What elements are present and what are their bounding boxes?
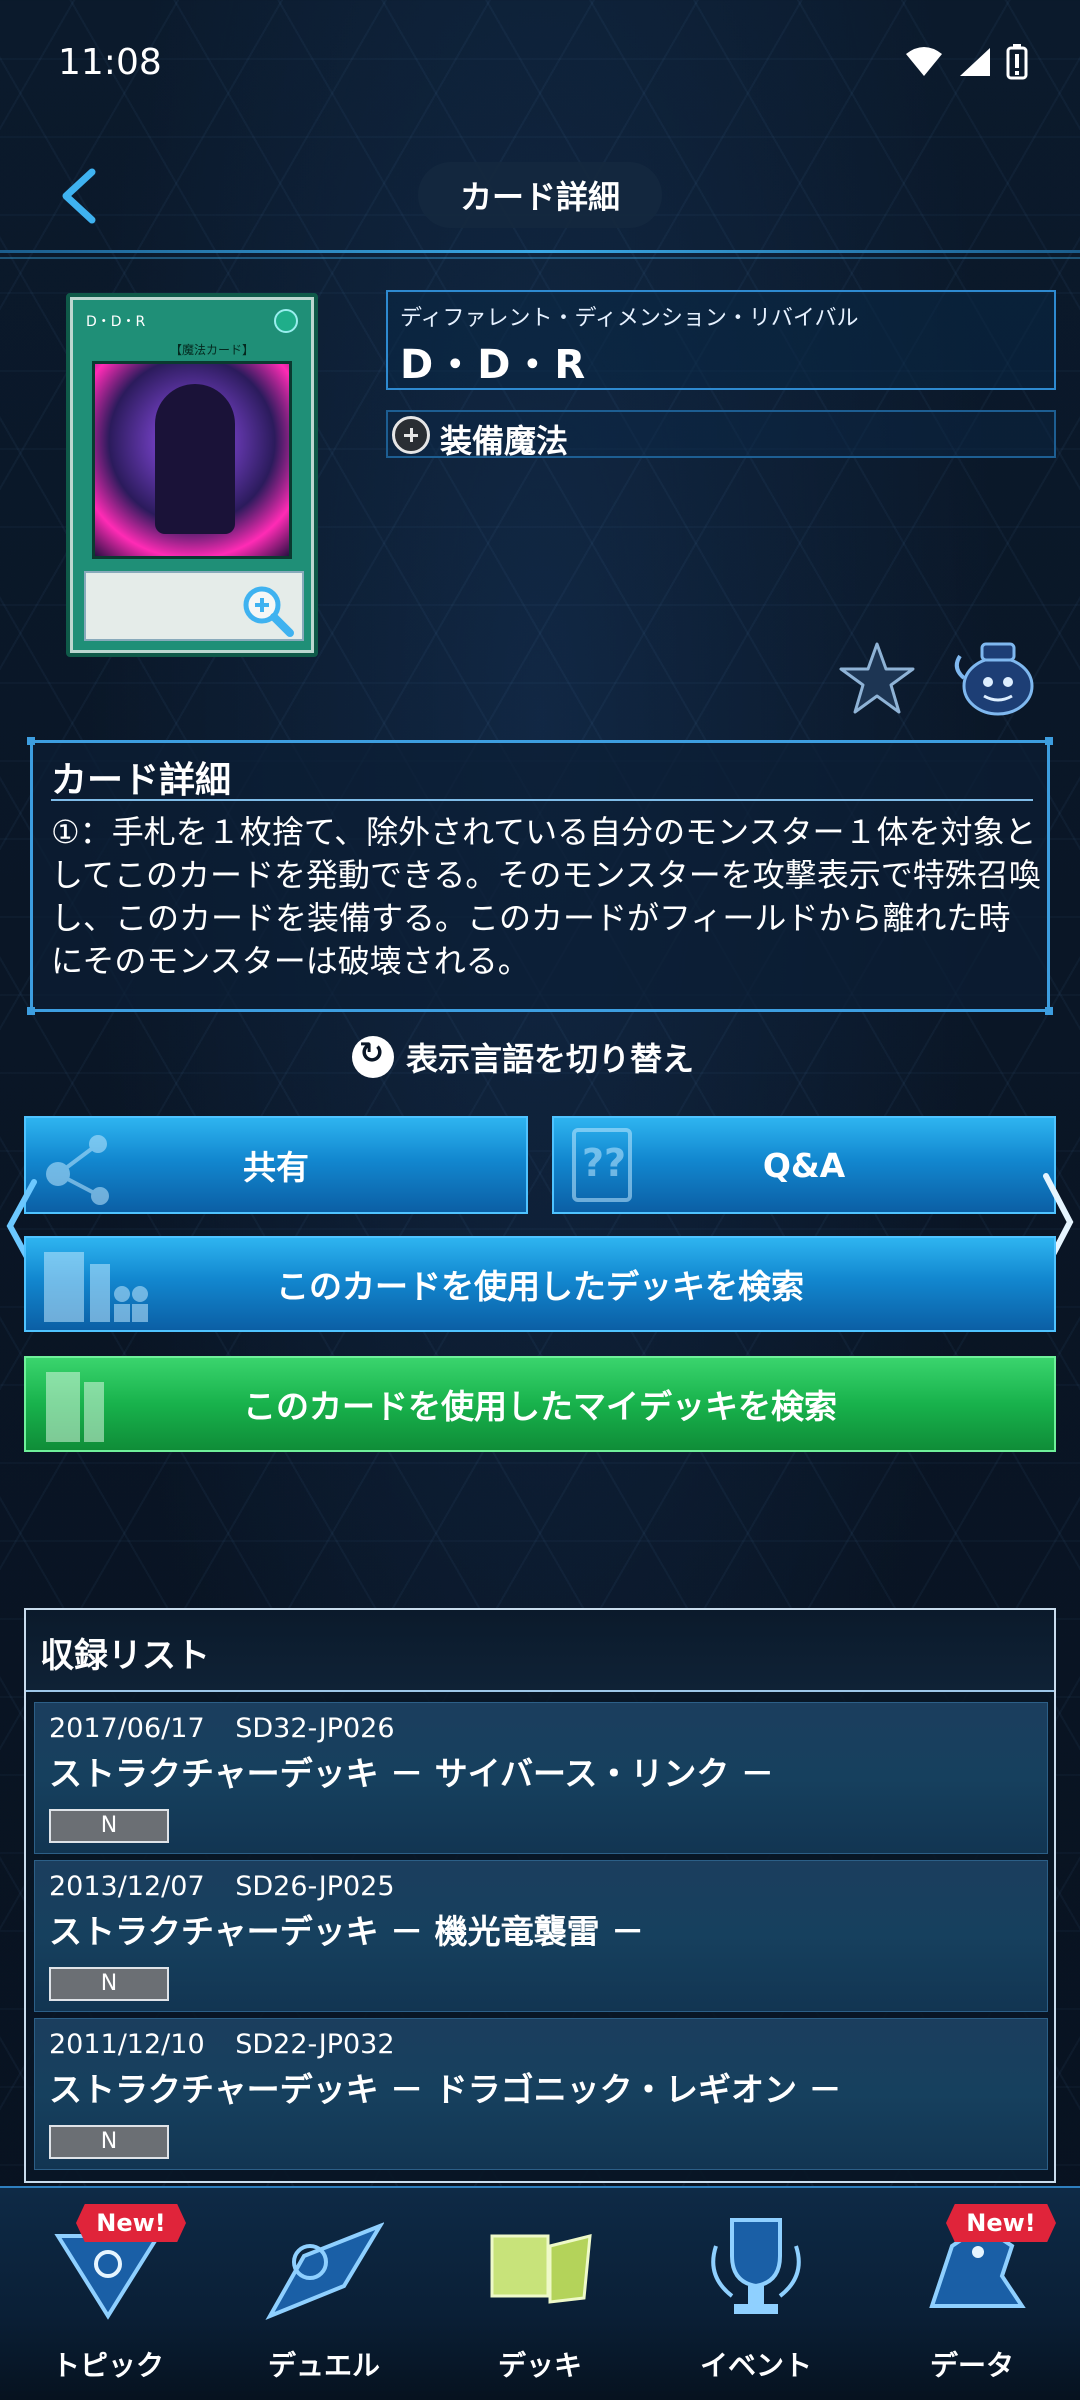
card-image[interactable]: D・D・R 【魔法カード】 — [66, 293, 318, 657]
card-type-label: 装備魔法 — [440, 422, 569, 460]
nav-item-label: デュエル — [267, 2349, 380, 2382]
list-item-code: SD32-JP026 — [235, 1713, 395, 1744]
favorite-star-icon[interactable] — [838, 640, 916, 716]
rarity-badge: N — [49, 1809, 169, 1843]
back-arrow-icon[interactable] — [52, 166, 108, 226]
list-header: 収録リスト — [26, 1610, 1054, 1692]
status-bar: 11:08 — [0, 0, 1080, 130]
nav-item-data[interactable]: New! データ — [864, 2188, 1080, 2400]
share-button[interactable]: 共有 — [24, 1116, 528, 1214]
list-item-date: 2011/12/10 — [49, 2029, 205, 2060]
signal-icon — [960, 48, 990, 76]
card-type-box: 装備魔法 — [386, 410, 1056, 460]
share-icon — [46, 1135, 109, 1205]
deck-box-icon — [46, 1372, 104, 1442]
header-divider — [0, 250, 1080, 253]
nav-item-label: データ — [929, 2349, 1014, 2382]
list-item-meta: 2017/06/17 SD32-JP026 — [49, 1713, 395, 1744]
list-item-date: 2013/12/07 — [49, 1871, 205, 1902]
deck-search-button[interactable]: このカードを使用したデッキを検索 — [24, 1236, 1056, 1332]
new-badge: New! — [946, 2204, 1056, 2242]
card-image-name: D・D・R — [86, 314, 146, 330]
zoom-icon[interactable] — [238, 581, 296, 639]
panel-corner — [1045, 1007, 1053, 1015]
list-item-meta: 2013/12/07 SD26-JP025 — [49, 1871, 395, 1902]
share-button-label: 共有 — [243, 1148, 309, 1187]
nav-item-event[interactable]: イベント — [648, 2188, 864, 2400]
panel-corner — [27, 737, 35, 745]
equip-spell-icon — [392, 416, 430, 454]
nav-item-label: トピック — [51, 2349, 164, 2382]
card-artwork — [92, 361, 292, 559]
card-art-figure — [155, 384, 235, 534]
switch-language-icon — [352, 1036, 394, 1078]
mydeck-search-button[interactable]: このカードを使用したマイデッキを検索 — [24, 1356, 1056, 1452]
card-name-box: ディファレント・ディメンション・リバイバル D・D・R — [386, 290, 1056, 390]
nav-item-label: デッキ — [497, 2349, 582, 2382]
nav-item-topics[interactable]: New! トピック — [0, 2188, 216, 2400]
list-item[interactable]: 2017/06/17 SD32-JP026 ストラクチャーデッキ － サイバース… — [34, 1702, 1048, 1854]
panel-corner — [27, 1007, 35, 1015]
deck-search-label: このカードを使用したデッキを検索 — [276, 1267, 804, 1306]
qa-button-label: Q&A — [762, 1145, 846, 1185]
included-list: 収録リスト 2017/06/17 SD32-JP026 ストラクチャーデッキ －… — [24, 1608, 1056, 2183]
app-header: カード詳細 — [0, 130, 1080, 262]
mydeck-search-label: このカードを使用したマイデッキを検索 — [243, 1387, 837, 1426]
list-item-date: 2017/06/17 — [49, 1713, 205, 1744]
card-image-type: 【魔法カード】 — [170, 343, 255, 357]
language-toggle[interactable]: 表示言語を切り替え — [352, 1032, 694, 1082]
list-item-title: ストラクチャーデッキ － 機光竜襲雷 － — [49, 1912, 645, 1951]
svg-text:??: ?? — [582, 1141, 626, 1185]
wifi-icon — [906, 47, 942, 76]
pot-of-greed-icon[interactable] — [950, 638, 1040, 718]
card-description-panel: カード詳細 ①：手札を１枚捨て、除外されている自分のモンスター１体を対象としてこ… — [27, 737, 1053, 1015]
qa-icon: ?? — [572, 1128, 632, 1202]
list-item-title: ストラクチャーデッキ － ドラゴニック・レギオン － — [49, 2070, 842, 2109]
description-title: カード詳細 — [51, 760, 232, 801]
panel-corner — [1045, 737, 1053, 745]
duel-disk-icon — [265, 2222, 384, 2321]
qa-button[interactable]: ?? Q&A — [552, 1116, 1056, 1214]
list-item-title: ストラクチャーデッキ － サイバース・リンク － — [49, 1754, 774, 1793]
language-toggle-label: 表示言語を切り替え — [406, 1040, 695, 1078]
new-badge: New! — [76, 2204, 186, 2242]
description-divider — [51, 799, 1033, 801]
status-icons — [904, 44, 1028, 80]
battery-icon — [1006, 44, 1028, 80]
nav-item-label: イベント — [699, 2349, 812, 2382]
list-item-code: SD26-JP025 — [235, 1871, 395, 1902]
card-attribute-icon — [274, 309, 298, 333]
list-item-meta: 2011/12/10 SD22-JP032 — [49, 2029, 395, 2060]
trophy-icon — [711, 2218, 801, 2314]
card-name: D・D・R — [400, 342, 588, 388]
description-text: ①：手札を１枚捨て、除外されている自分のモンスター１体を対象としてこのカードを発… — [51, 813, 1041, 980]
list-item[interactable]: 2011/12/10 SD22-JP032 ストラクチャーデッキ － ドラゴニッ… — [34, 2018, 1048, 2170]
list-item-code: SD22-JP032 — [235, 2029, 395, 2060]
deck-people-icon — [44, 1252, 148, 1322]
card-name-ruby: ディファレント・ディメンション・リバイバル — [400, 306, 859, 331]
list-item[interactable]: 2013/12/07 SD26-JP025 ストラクチャーデッキ － 機光竜襲雷… — [34, 1860, 1048, 2012]
rarity-badge: N — [49, 1967, 169, 2001]
deck-icon — [490, 2234, 592, 2304]
status-time: 11:08 — [58, 42, 162, 83]
bottom-navigation: New! トピック デュエル デッキ イベント New! データ — [0, 2186, 1080, 2400]
list-title: 収録リスト — [40, 1636, 210, 1676]
header-divider-secondary — [0, 257, 1080, 259]
rarity-badge: N — [49, 2125, 169, 2159]
page-title: カード詳細 — [418, 162, 662, 228]
nav-item-deck[interactable]: デッキ — [432, 2188, 648, 2400]
nav-item-duel[interactable]: デュエル — [216, 2188, 432, 2400]
